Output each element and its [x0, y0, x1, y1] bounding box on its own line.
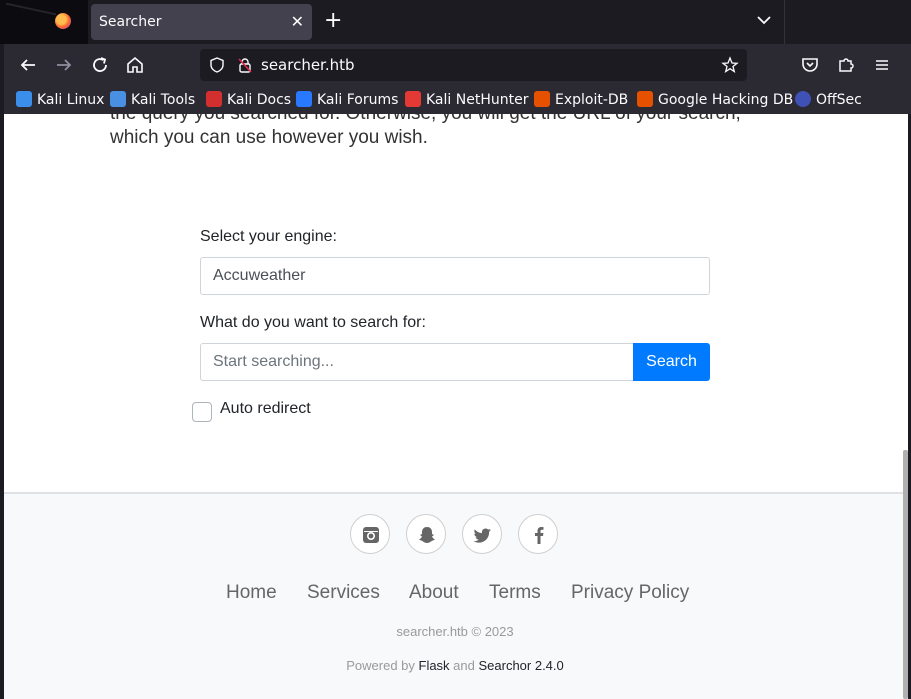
- bookmark-offsec[interactable]: OffSec: [795, 91, 862, 108]
- footer-link-home[interactable]: Home: [226, 582, 277, 604]
- bookmark-kali-nethunter[interactable]: Kali NetHunter: [405, 91, 528, 108]
- footer: Home Services About Terms Privacy Policy…: [4, 492, 908, 699]
- footer-link-privacy-policy[interactable]: Privacy Policy: [571, 582, 689, 604]
- flask-link[interactable]: Flask: [419, 658, 450, 673]
- kali-forums-icon: [296, 91, 312, 107]
- facebook-icon[interactable]: [518, 514, 558, 554]
- page-scrollbar[interactable]: [903, 450, 908, 699]
- bookmarks-toolbar: Kali Linux Kali Tools Kali Docs Kali For…: [4, 86, 911, 114]
- powered-by-text: Powered by Flask and Searchor 2.4.0: [4, 658, 906, 673]
- list-all-tabs-chevron-icon[interactable]: [754, 10, 774, 30]
- intro-line-2: which you can use however you wish.: [110, 127, 428, 148]
- tab-close-icon[interactable]: ✕: [291, 12, 304, 31]
- kali-tools-icon: [110, 91, 126, 107]
- pocket-icon: [802, 58, 818, 72]
- shield-icon[interactable]: [208, 56, 226, 74]
- nethunter-icon: [405, 91, 421, 107]
- search-placeholder: Start searching...: [213, 353, 334, 370]
- kali-dragon-decoration: [6, 2, 56, 44]
- powered-prefix: Powered by: [346, 658, 419, 673]
- kali-docs-icon: [206, 91, 222, 107]
- bookmark-google-hacking-db[interactable]: Google Hacking DB: [637, 91, 793, 108]
- search-input[interactable]: Start searching...: [200, 343, 634, 381]
- home-button[interactable]: [123, 53, 147, 77]
- reload-icon: [93, 57, 107, 72]
- bookmark-kali-docs[interactable]: Kali Docs: [206, 91, 291, 108]
- new-tab-button[interactable]: +: [324, 9, 342, 33]
- engine-select[interactable]: Accuweather: [200, 257, 710, 295]
- offsec-icon: [795, 91, 811, 107]
- extensions-button[interactable]: [834, 53, 858, 77]
- home-icon: [127, 56, 143, 73]
- tabbar-divider: [784, 0, 785, 44]
- bookmark-kali-forums[interactable]: Kali Forums: [296, 91, 398, 108]
- tab-title: Searcher: [99, 14, 162, 30]
- search-button[interactable]: Search: [633, 343, 710, 381]
- tab-searcher[interactable]: Searcher ✕: [91, 4, 312, 40]
- copyright-text: searcher.htb © 2023: [396, 624, 514, 639]
- bookmark-label: Kali Tools: [131, 92, 196, 108]
- footer-link-terms[interactable]: Terms: [489, 582, 541, 604]
- back-button[interactable]: [16, 53, 40, 77]
- back-arrow-icon: [20, 59, 35, 71]
- bookmark-exploit-db[interactable]: Exploit-DB: [534, 91, 628, 108]
- bookmark-label: OffSec: [816, 92, 862, 108]
- bookmark-kali-tools[interactable]: Kali Tools: [110, 91, 195, 108]
- bookmark-label: Kali Forums: [317, 92, 399, 108]
- forward-arrow-icon: [57, 59, 72, 71]
- instagram-icon[interactable]: [350, 514, 390, 554]
- auto-redirect-checkbox[interactable]: [192, 402, 212, 422]
- twitter-icon[interactable]: [462, 514, 502, 554]
- puzzle-icon: [839, 58, 854, 72]
- hamburger-menu-icon: [876, 60, 888, 70]
- footer-link-about[interactable]: About: [409, 582, 459, 604]
- auto-redirect-label[interactable]: Auto redirect: [220, 400, 311, 418]
- app-menu-button[interactable]: [870, 53, 894, 77]
- browser-window: Searcher ✕ + searcher.htb Kali Linux Kal…: [0, 0, 911, 699]
- bookmark-label: Google Hacking DB: [658, 92, 794, 108]
- engine-label: Select your engine:: [200, 228, 337, 245]
- page-content: the query you searched for. Otherwise, y…: [4, 114, 908, 699]
- url-bar[interactable]: searcher.htb: [200, 49, 747, 81]
- tab-bar: Searcher ✕ +: [0, 0, 911, 44]
- firefox-icon[interactable]: [55, 13, 71, 29]
- exploit-db-icon: [534, 91, 550, 107]
- engine-selected-value: Accuweather: [213, 267, 306, 284]
- snapchat-icon[interactable]: [406, 514, 446, 554]
- ghdb-icon: [637, 91, 653, 107]
- bookmark-star-icon[interactable]: [721, 56, 739, 74]
- reload-button[interactable]: [88, 53, 112, 77]
- forward-button[interactable]: [52, 53, 76, 77]
- powered-and: and: [449, 658, 479, 673]
- bookmark-label: Kali Docs: [227, 92, 292, 108]
- intro-text: the query you searched for. Otherwise, y…: [110, 114, 790, 150]
- bookmark-label: Kali Linux: [37, 92, 105, 108]
- insecure-lock-icon[interactable]: [236, 56, 254, 74]
- bookmark-kali-linux[interactable]: Kali Linux: [16, 91, 104, 108]
- pocket-button[interactable]: [798, 53, 822, 77]
- navigation-toolbar: searcher.htb: [4, 44, 911, 86]
- kali-desktop-corner: [0, 0, 88, 44]
- url-text[interactable]: searcher.htb: [261, 56, 355, 74]
- intro-line-1: the query you searched for. Otherwise, y…: [110, 114, 790, 126]
- bookmark-label: Kali NetHunter: [426, 92, 529, 108]
- bookmark-label: Exploit-DB: [555, 92, 629, 108]
- searchor-link[interactable]: Searchor 2.4.0: [478, 658, 563, 673]
- footer-link-services[interactable]: Services: [307, 582, 380, 604]
- query-label: What do you want to search for:: [200, 314, 426, 331]
- kali-dragon-icon: [16, 91, 32, 107]
